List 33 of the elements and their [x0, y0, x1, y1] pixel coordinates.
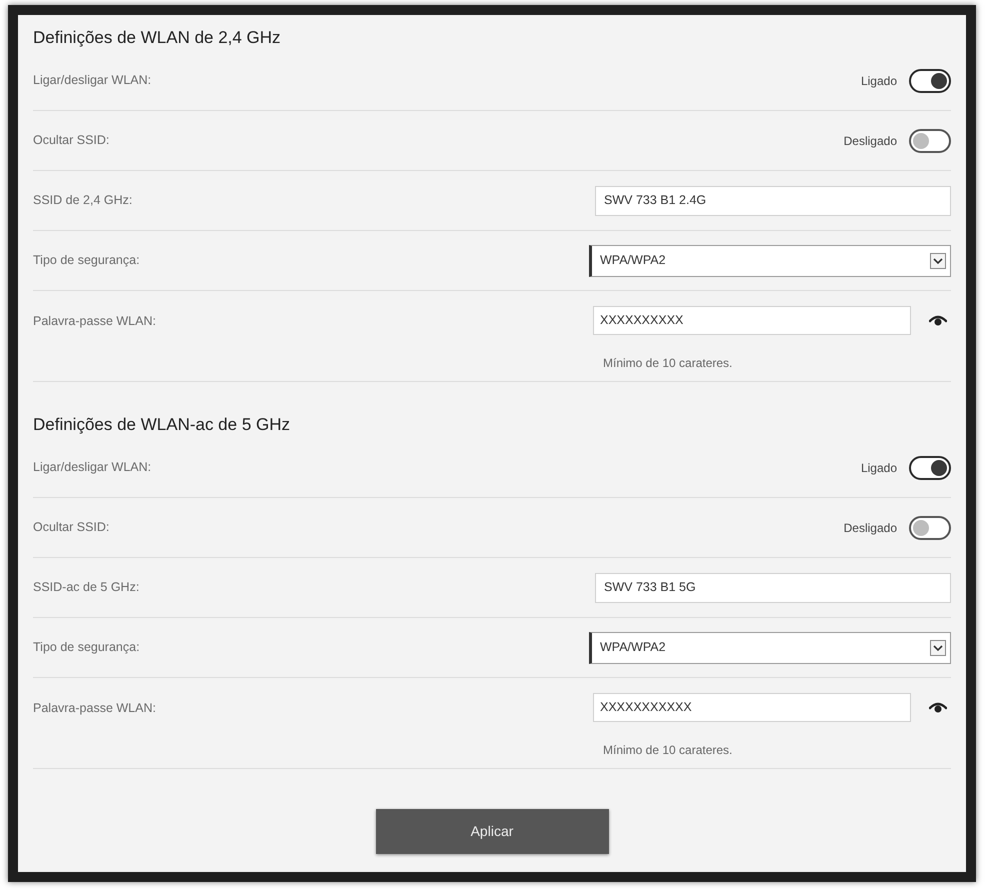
toggle-switch[interactable] [909, 516, 951, 540]
ssid-input[interactable]: SWV 733 B1 5G [595, 572, 951, 602]
field-label: Ligar/desligar WLAN: [33, 72, 152, 90]
field-label: Ligar/desligar WLAN: [33, 459, 152, 476]
toggle-state-label: Ligado [860, 72, 897, 90]
toggle-switch[interactable] [909, 128, 951, 152]
password-input[interactable]: XXXXXXXXXX [593, 306, 911, 335]
eye-icon[interactable] [929, 315, 947, 326]
section-heading: Definições de WLAN de 2,4 GHz [33, 27, 282, 49]
field-label: SSID-ac de 5 GHz: [33, 579, 140, 596]
field-label: Palavra-passe WLAN: [33, 313, 156, 330]
field-label: Tipo de segurança: [33, 639, 140, 656]
security-type-select[interactable]: WPA/WPA2 [589, 244, 951, 276]
toggle-switch[interactable] [909, 456, 951, 480]
toggle-state-label: Ligado [860, 460, 897, 476]
caret-icon [930, 252, 946, 268]
caret-icon [930, 640, 946, 656]
ssid-input[interactable]: SWV 733 B1 2.4G [595, 186, 951, 216]
field-label: Tipo de segurança: [33, 252, 140, 270]
security-type-select[interactable]: WPA/WPA2 [589, 632, 951, 664]
password-input[interactable]: XXXXXXXXXXX [593, 693, 911, 722]
field-label: Palavra-passe WLAN: [33, 700, 156, 717]
field-label: Ocultar SSID: [33, 519, 110, 536]
eye-icon[interactable] [929, 702, 947, 713]
password-hint: Mínimo de 10 carateres. [603, 742, 734, 759]
apply-button[interactable]: Aplicar [376, 809, 608, 854]
section-heading: Definições de WLAN-ac de 5 GHz [33, 414, 291, 436]
toggle-switch[interactable] [909, 68, 951, 92]
toggle-state-label: Desligado [844, 132, 897, 150]
password-hint: Mínimo de 10 carateres. [603, 355, 734, 372]
toggle-state-label: Desligado [844, 520, 897, 536]
field-label: Ocultar SSID: [33, 132, 110, 150]
field-label: SSID de 2,4 GHz: [33, 192, 132, 210]
